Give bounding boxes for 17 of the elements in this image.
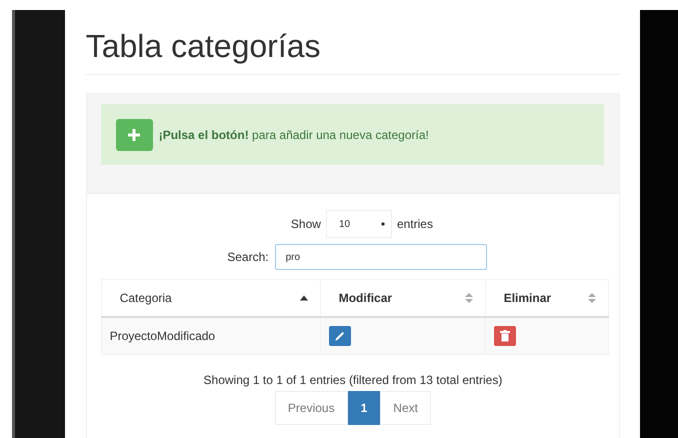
plus-icon	[128, 128, 140, 140]
search-field[interactable]: pro	[274, 244, 487, 270]
edit-button[interactable]	[328, 326, 351, 346]
add-button[interactable]	[116, 118, 153, 150]
trash-icon	[500, 330, 510, 342]
table-info: Showing 1 to 1 of 1 entries (filtered from 13 total entries)	[202, 373, 504, 387]
show-label: Show	[290, 217, 321, 231]
alert-text: ¡Pulsa el botón! para añadir una nueva categoría!	[158, 128, 429, 142]
entries-select[interactable]: 10	[326, 210, 392, 238]
delete-button[interactable]	[494, 326, 516, 346]
entries-label: entries	[396, 217, 433, 231]
page-title: Tabla categorías	[86, 27, 322, 66]
pencil-icon	[334, 330, 346, 342]
dropdown-icon	[380, 222, 385, 226]
search-label: Search:	[227, 250, 269, 264]
table-cell: ProyectoModificado	[101, 317, 320, 354]
pagination-button[interactable]: 1	[348, 391, 380, 425]
